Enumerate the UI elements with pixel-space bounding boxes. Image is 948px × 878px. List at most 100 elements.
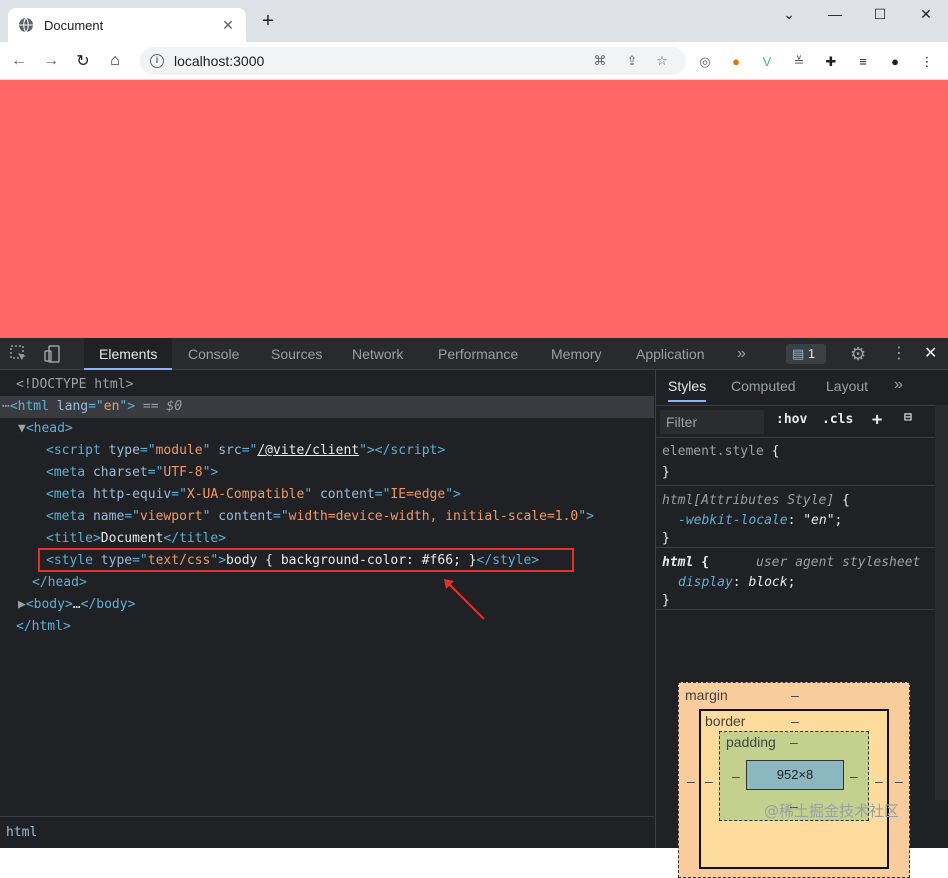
- prop-webkit-locale: -webkit-locale: [678, 513, 788, 528]
- close-tab-icon[interactable]: ✕: [220, 17, 236, 34]
- border-label: border: [705, 713, 746, 729]
- share-icon[interactable]: ⇪: [624, 53, 640, 69]
- tab-title: Document: [44, 17, 104, 33]
- browser-toolbar: ← → ↻ ⌂ i localhost:3000 ⌘ ⇪ ☆ ◎ ● V ≚ ✚…: [0, 42, 948, 80]
- styles-filter-bar: Filter :hov .cls + ⊟: [656, 406, 948, 438]
- border-left-value: –: [705, 773, 713, 789]
- reload-icon[interactable]: ↻: [70, 48, 96, 74]
- tab-memory[interactable]: Memory: [551, 338, 602, 370]
- forward-icon[interactable]: →: [38, 48, 64, 74]
- dom-meta-viewport[interactable]: <meta name="viewport" content="width=dev…: [46, 506, 594, 528]
- rule-attributes-style: html[Attributes Style] { -webkit-locale:…: [656, 486, 948, 548]
- box-model-border[interactable]: border – – – padding – – – – 952×8: [699, 709, 889, 869]
- selector-element-style: element.style: [662, 444, 764, 459]
- globe-icon: [19, 17, 33, 33]
- back-icon[interactable]: ←: [6, 48, 32, 74]
- device-toolbar-icon[interactable]: [44, 345, 62, 363]
- tab-strip: Document ✕ + ⌄ — ☐ ✕: [0, 0, 948, 42]
- expand-triangle-icon: ▼: [18, 421, 26, 436]
- address-bar[interactable]: i localhost:3000 ⌘ ⇪ ☆: [140, 47, 686, 75]
- box-model-margin[interactable]: margin – – – border – – – padding – – – …: [678, 682, 910, 878]
- extensions-puzzle-icon[interactable]: ✚: [822, 53, 840, 71]
- dom-head-node[interactable]: ▼<head>: [18, 418, 73, 440]
- page-viewport: [0, 80, 948, 338]
- padding-right-value: –: [850, 768, 858, 784]
- extension-1-icon[interactable]: ◎: [696, 53, 714, 71]
- devtools-panel: Elements Console Sources Network Perform…: [0, 338, 948, 878]
- border-top-value: –: [791, 713, 799, 729]
- tab-network[interactable]: Network: [352, 338, 403, 370]
- browser-tab[interactable]: Document ✕: [8, 8, 246, 42]
- dom-script-node[interactable]: <script type="module" src="/@vite/client…: [46, 440, 445, 462]
- issues-count: 1: [807, 346, 816, 361]
- menu-dots-icon[interactable]: ⋮: [918, 53, 936, 71]
- close-devtools-icon[interactable]: ✕: [924, 338, 937, 370]
- devtools-menu-icon[interactable]: ⋮: [891, 338, 907, 370]
- vue-devtools-icon[interactable]: V: [758, 53, 776, 71]
- tab-console[interactable]: Console: [188, 338, 239, 370]
- margin-label: margin: [685, 687, 728, 703]
- dom-breadcrumb-bar: html: [0, 816, 654, 848]
- devtools-tabbar: Elements Console Sources Network Perform…: [0, 338, 948, 370]
- dom-meta-http-equiv[interactable]: <meta http-equiv="X-UA-Compatible" conte…: [46, 484, 461, 506]
- dom-html-close[interactable]: </html>: [16, 616, 71, 638]
- dom-meta-charset[interactable]: <meta charset="UTF-8">: [46, 462, 218, 484]
- styles-tabbar: Styles Computed Layout »: [656, 370, 948, 406]
- new-tab-icon[interactable]: +: [256, 11, 280, 31]
- message-icon: ▤: [792, 346, 805, 361]
- padding-left-value: –: [732, 768, 740, 784]
- box-model-content[interactable]: 952×8: [746, 760, 844, 790]
- val-webkit-locale: "en": [803, 513, 835, 528]
- extension-2-icon[interactable]: ●: [727, 53, 745, 71]
- padding-label: padding: [726, 734, 776, 750]
- url-text: localhost:3000: [174, 53, 265, 69]
- rule-user-agent: html { user agent stylesheet display: bl…: [656, 548, 948, 610]
- dom-title-node[interactable]: <title>Document</title>: [46, 528, 226, 550]
- styles-filter-input[interactable]: Filter: [660, 410, 764, 434]
- profile-icon[interactable]: ●: [886, 53, 904, 71]
- tab-sources[interactable]: Sources: [271, 338, 322, 370]
- watermark: @稀土掘金技术社区: [764, 802, 900, 820]
- styles-pane: Styles Computed Layout » Filter :hov .cl…: [655, 370, 948, 878]
- extension-4-icon[interactable]: ≚: [790, 53, 808, 71]
- margin-right-value: –: [895, 773, 903, 789]
- tab-styles[interactable]: Styles: [668, 378, 707, 402]
- translate-icon[interactable]: ⌘: [592, 53, 608, 69]
- dom-html-node[interactable]: ⋯<html lang="en"> == $0: [2, 396, 182, 418]
- maximize-icon[interactable]: ☐: [866, 6, 894, 23]
- tab-computed[interactable]: Computed: [731, 378, 796, 394]
- tab-layout[interactable]: Layout: [826, 378, 868, 394]
- more-pane-tabs-icon[interactable]: »: [894, 376, 903, 394]
- close-window-icon[interactable]: ✕: [912, 6, 940, 23]
- annotation-arrow-icon: [444, 579, 485, 620]
- hov-toggle[interactable]: :hov: [776, 412, 807, 427]
- annotation-highlight-box: [38, 548, 574, 572]
- toggle-sidebar-icon[interactable]: ⊟: [904, 410, 912, 425]
- info-icon[interactable]: i: [150, 54, 164, 68]
- bookmark-star-icon[interactable]: ☆: [654, 53, 670, 69]
- padding-top-value: –: [790, 734, 798, 750]
- breadcrumb-html[interactable]: html: [6, 825, 37, 840]
- more-tabs-icon[interactable]: »: [737, 338, 746, 370]
- dom-tree: <!DOCTYPE html> ⋯<html lang="en"> == $0 …: [0, 370, 654, 830]
- chevron-down-icon[interactable]: ⌄: [775, 6, 803, 23]
- minimize-icon[interactable]: —: [821, 6, 849, 22]
- tab-application[interactable]: Application: [636, 338, 705, 370]
- home-icon[interactable]: ⌂: [102, 48, 128, 74]
- cls-toggle[interactable]: .cls: [822, 412, 853, 427]
- styles-scrollbar[interactable]: [935, 405, 948, 800]
- new-rule-icon[interactable]: +: [872, 410, 882, 430]
- inspect-element-icon[interactable]: [10, 345, 28, 363]
- margin-top-value: –: [791, 687, 799, 703]
- issues-badge[interactable]: ▤ 1: [786, 344, 826, 364]
- dom-body-node[interactable]: ▶<body>…</body>: [18, 594, 135, 616]
- border-right-value: –: [875, 773, 883, 789]
- settings-gear-icon[interactable]: ⚙: [850, 338, 866, 370]
- dom-doctype[interactable]: <!DOCTYPE html>: [16, 374, 133, 396]
- tab-performance[interactable]: Performance: [438, 338, 518, 370]
- reading-list-icon[interactable]: ≡: [854, 53, 872, 71]
- margin-left-value: –: [687, 773, 695, 789]
- val-display: block: [748, 575, 788, 590]
- dom-head-close[interactable]: </head>: [32, 572, 87, 594]
- tab-elements[interactable]: Elements: [84, 338, 173, 370]
